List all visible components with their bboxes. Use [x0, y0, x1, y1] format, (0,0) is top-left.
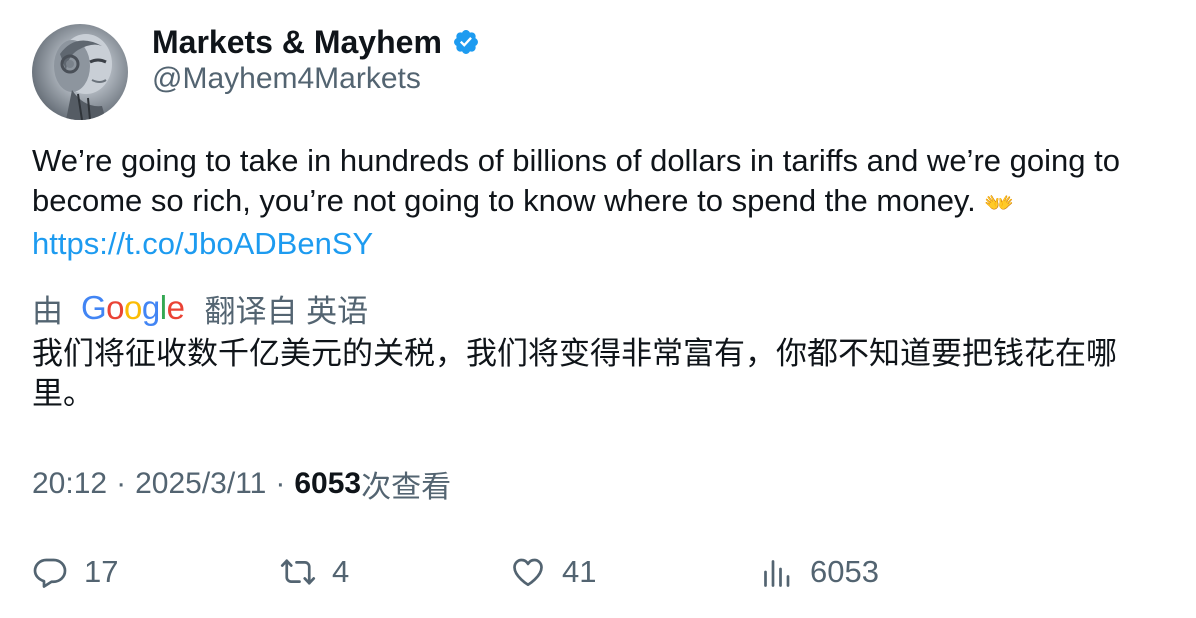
tweet-link[interactable]: https://t.co/JboADBenSY — [32, 224, 1172, 264]
views-label: 次查看 — [361, 471, 452, 504]
heart-icon — [513, 558, 543, 587]
translation-source-language: 翻译自 英语 — [204, 293, 369, 329]
tweet-card: Markets & Mayhem @Mayhem4Markets We’re g… — [0, 0, 1196, 618]
google-logo: Google — [81, 289, 185, 326]
tweet-body: We’re going to take in hundreds of billi… — [32, 143, 1120, 218]
verified-badge-icon[interactable] — [452, 28, 480, 56]
author-display-name[interactable]: Markets & Mayhem — [152, 24, 442, 61]
translation-attribution[interactable]: 由 Google 翻译自 英语 — [32, 288, 369, 329]
tweet-time[interactable]: 20:12 — [32, 467, 107, 501]
like-button[interactable]: 41 — [510, 550, 596, 594]
translated-text: 我们将征收数千亿美元的关税，我们将变得非常富有，你都不知道要把钱花在哪里。 — [32, 336, 1117, 411]
views-button[interactable]: 6053 — [758, 550, 879, 594]
retweet-count: 4 — [332, 554, 350, 589]
views-count: 6053 — [294, 467, 362, 500]
meta-separator: · — [275, 467, 286, 500]
retweet-icon — [280, 559, 316, 585]
analytics-icon — [764, 560, 790, 587]
author-handle[interactable]: @Mayhem4Markets — [152, 62, 421, 96]
tweet-date[interactable]: 2025/3/11 — [135, 467, 266, 501]
avatar[interactable] — [32, 24, 128, 120]
views-action-count: 6053 — [810, 554, 879, 589]
tweet-text: We’re going to take in hundreds of billi… — [32, 141, 1172, 264]
meta-separator: · — [116, 467, 127, 500]
reply-icon — [33, 558, 67, 588]
action-bar: 17 4 41 6053 — [32, 550, 1172, 594]
retweet-button[interactable]: 4 — [280, 550, 349, 594]
translation-prefix: 由 — [32, 293, 63, 329]
reply-count: 17 — [84, 554, 119, 589]
robot-avatar-icon — [54, 34, 112, 120]
tweet-meta: 20:12 · 2025/3/11 · 6053 次查看 — [32, 464, 451, 504]
open-hands-emoji: 👐 — [984, 190, 1015, 217]
like-count: 41 — [562, 554, 597, 589]
reply-button[interactable]: 17 — [32, 550, 118, 594]
author-name-row: Markets & Mayhem — [152, 22, 480, 62]
